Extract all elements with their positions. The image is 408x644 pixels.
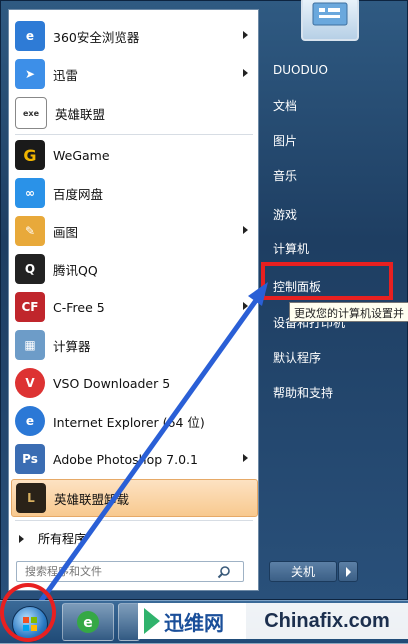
ie-icon: e [77, 611, 99, 633]
watermark-text: 迅维网 [164, 610, 224, 635]
watermark-text: Chinafix.com [264, 609, 390, 632]
svg-text:e: e [83, 615, 93, 631]
watermark-chinafix: Chinafix.com [246, 603, 408, 639]
taskbar-button[interactable] [118, 603, 140, 641]
taskbar-ie-button[interactable]: e [62, 603, 114, 641]
watermark-xunwei: 迅维网 [138, 603, 246, 639]
annotation-arrow [33, 282, 268, 610]
highlight-circle [0, 583, 56, 642]
xunwei-logo-icon [144, 608, 160, 634]
